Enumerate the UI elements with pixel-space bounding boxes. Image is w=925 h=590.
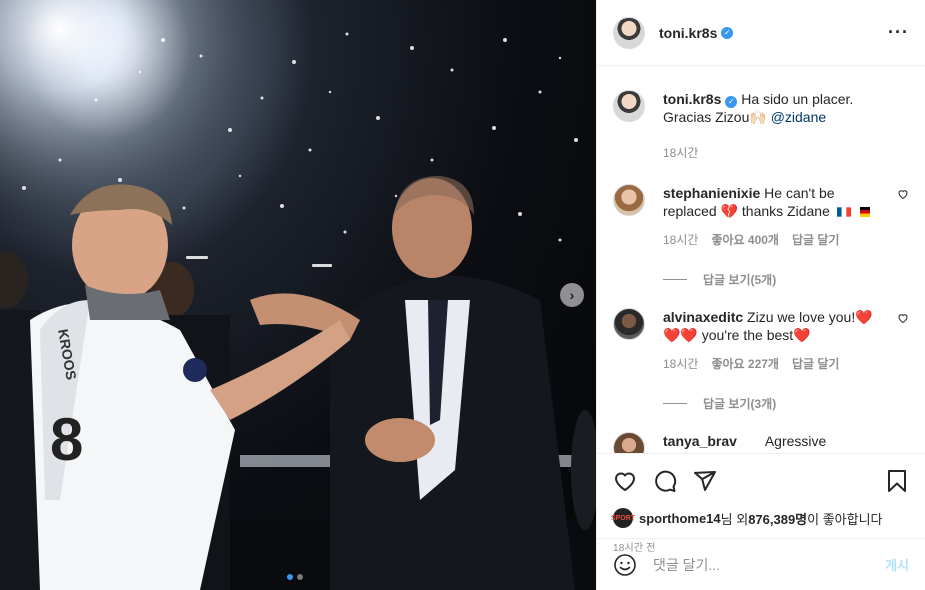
- comment-icon[interactable]: [653, 469, 677, 493]
- caption: toni.kr8s ✓ Ha sido un placer. Gracias Zi…: [613, 90, 909, 162]
- reply-button[interactable]: 답글 달기: [792, 231, 840, 249]
- view-replies-label: 답글 보기(3개): [703, 397, 777, 411]
- liker-avatar[interactable]: SPORT: [611, 508, 635, 528]
- comment-time[interactable]: 18시간: [663, 355, 698, 373]
- author-avatar[interactable]: [613, 16, 645, 49]
- view-replies-button[interactable]: 답글 보기(5개): [663, 271, 909, 288]
- likes-suffix: 이 좋아합니다: [807, 511, 883, 527]
- caption-avatar[interactable]: [613, 90, 645, 122]
- share-icon[interactable]: [693, 469, 717, 493]
- carousel-next-button[interactable]: ›: [560, 283, 584, 307]
- carousel-indicator: [287, 574, 303, 580]
- caption-mention[interactable]: @zidane: [771, 109, 826, 125]
- comment-username[interactable]: tanya_brav: [663, 433, 737, 449]
- svg-text:8: 8: [50, 406, 83, 473]
- comment-item: tanya_brav Agressive: [613, 432, 909, 453]
- comment-likes[interactable]: 좋아요 227개: [711, 355, 779, 373]
- view-replies-button[interactable]: 답글 보기(3개): [663, 395, 909, 412]
- divider: [663, 403, 687, 404]
- verified-badge-icon: ✓: [721, 26, 734, 39]
- comment-avatar[interactable]: [613, 308, 645, 340]
- comment-text: Agressive: [764, 433, 827, 449]
- comment-item: stephanienixie He can't be replaced 💔 th…: [613, 184, 909, 249]
- heart-icon[interactable]: [897, 312, 909, 324]
- post-modal: KROOS 8 › toni.kr8s ✓ ··· toni.kr8s ✓ Ha…: [0, 0, 925, 590]
- comment-avatar[interactable]: [613, 432, 645, 453]
- add-comment-bar: 게시: [597, 538, 925, 590]
- comment-item: alvinaxeditc Zizu we love you!❤️❤️❤️ you…: [613, 308, 909, 373]
- likes-count[interactable]: 876,389명: [748, 509, 807, 528]
- germany-flag-icon: [859, 207, 870, 217]
- comment-time[interactable]: 18시간: [663, 231, 698, 249]
- france-flag-icon: [836, 207, 851, 217]
- post-actions: SPORT sporthome14 님 외 876,389명 이 좋아합니다 18시…: [597, 453, 925, 590]
- carousel-dot-active: [287, 574, 293, 580]
- view-replies-label: 답글 보기(5개): [703, 273, 777, 287]
- comment-input[interactable]: [653, 556, 886, 573]
- comments-list[interactable]: toni.kr8s ✓ Ha sido un placer. Gracias Zi…: [597, 66, 925, 453]
- post-side-panel: toni.kr8s ✓ ··· toni.kr8s ✓ Ha sido un pl…: [596, 0, 925, 590]
- chevron-right-icon: ›: [569, 287, 575, 303]
- comment-username[interactable]: alvinaxeditc: [663, 309, 743, 325]
- reply-button[interactable]: 답글 달기: [792, 355, 840, 373]
- caption-time[interactable]: 18시간: [663, 144, 698, 162]
- comment-likes[interactable]: 좋아요 400개: [711, 231, 779, 249]
- caption-username[interactable]: toni.kr8s: [663, 91, 721, 107]
- post-header: toni.kr8s ✓ ···: [597, 0, 925, 66]
- photo-illustration: KROOS 8: [0, 0, 596, 590]
- more-horizontal-icon[interactable]: ···: [888, 22, 909, 43]
- liker-username[interactable]: sporthome14: [639, 511, 721, 526]
- likes-summary: SPORT sporthome14 님 외 876,389명 이 좋아합니다: [611, 508, 909, 528]
- heart-icon[interactable]: [613, 469, 637, 493]
- post-comment-button[interactable]: 게시: [885, 555, 909, 574]
- heart-icon[interactable]: [897, 188, 909, 200]
- likes-prefix: 님 외: [720, 511, 749, 527]
- comment-avatar[interactable]: [613, 184, 645, 216]
- carousel-dot: [297, 574, 303, 580]
- author-username[interactable]: toni.kr8s: [659, 25, 717, 41]
- comment-username[interactable]: stephanienixie: [663, 185, 760, 201]
- divider: [663, 279, 687, 280]
- emoji-icon[interactable]: [613, 553, 637, 577]
- post-photo[interactable]: KROOS 8 ›: [0, 0, 596, 590]
- verified-badge-icon: ✓: [725, 96, 738, 108]
- action-icons: [613, 466, 909, 496]
- bookmark-icon[interactable]: [885, 469, 909, 493]
